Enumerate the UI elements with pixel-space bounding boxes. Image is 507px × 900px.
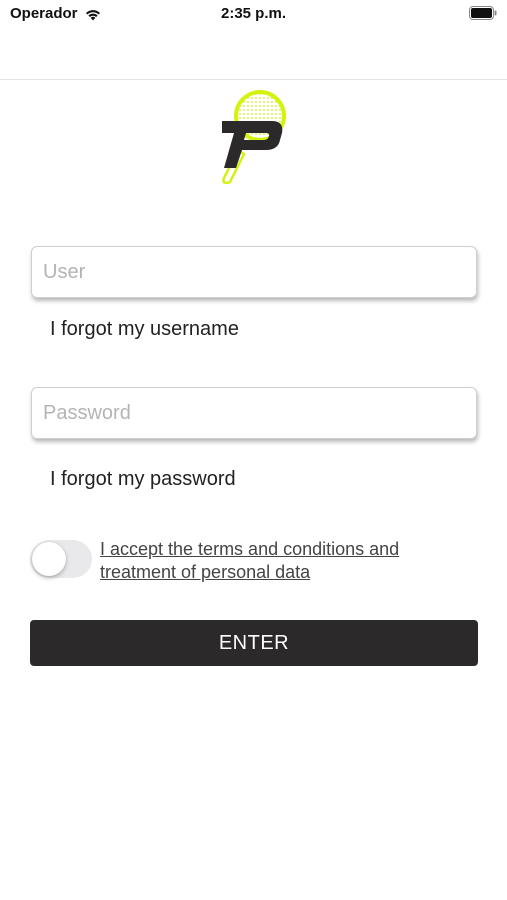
enter-button[interactable]: ENTER [30,620,478,666]
password-field[interactable] [31,387,477,439]
status-bar: Operador 2:35 p.m. [0,0,507,28]
forgot-password-link[interactable]: I forgot my password [50,468,236,491]
username-field[interactable] [31,246,477,298]
battery-icon [469,6,497,20]
padel-racket-logo-icon [222,90,286,185]
header-divider [0,79,507,80]
terms-toggle[interactable] [30,540,92,578]
forgot-username-link[interactable]: I forgot my username [50,318,239,341]
password-input[interactable] [32,388,476,438]
toggle-knob [32,542,66,576]
username-input[interactable] [32,247,476,297]
terms-link[interactable]: I accept the terms and conditions and tr… [100,538,440,584]
status-time: 2:35 p.m. [220,5,287,22]
